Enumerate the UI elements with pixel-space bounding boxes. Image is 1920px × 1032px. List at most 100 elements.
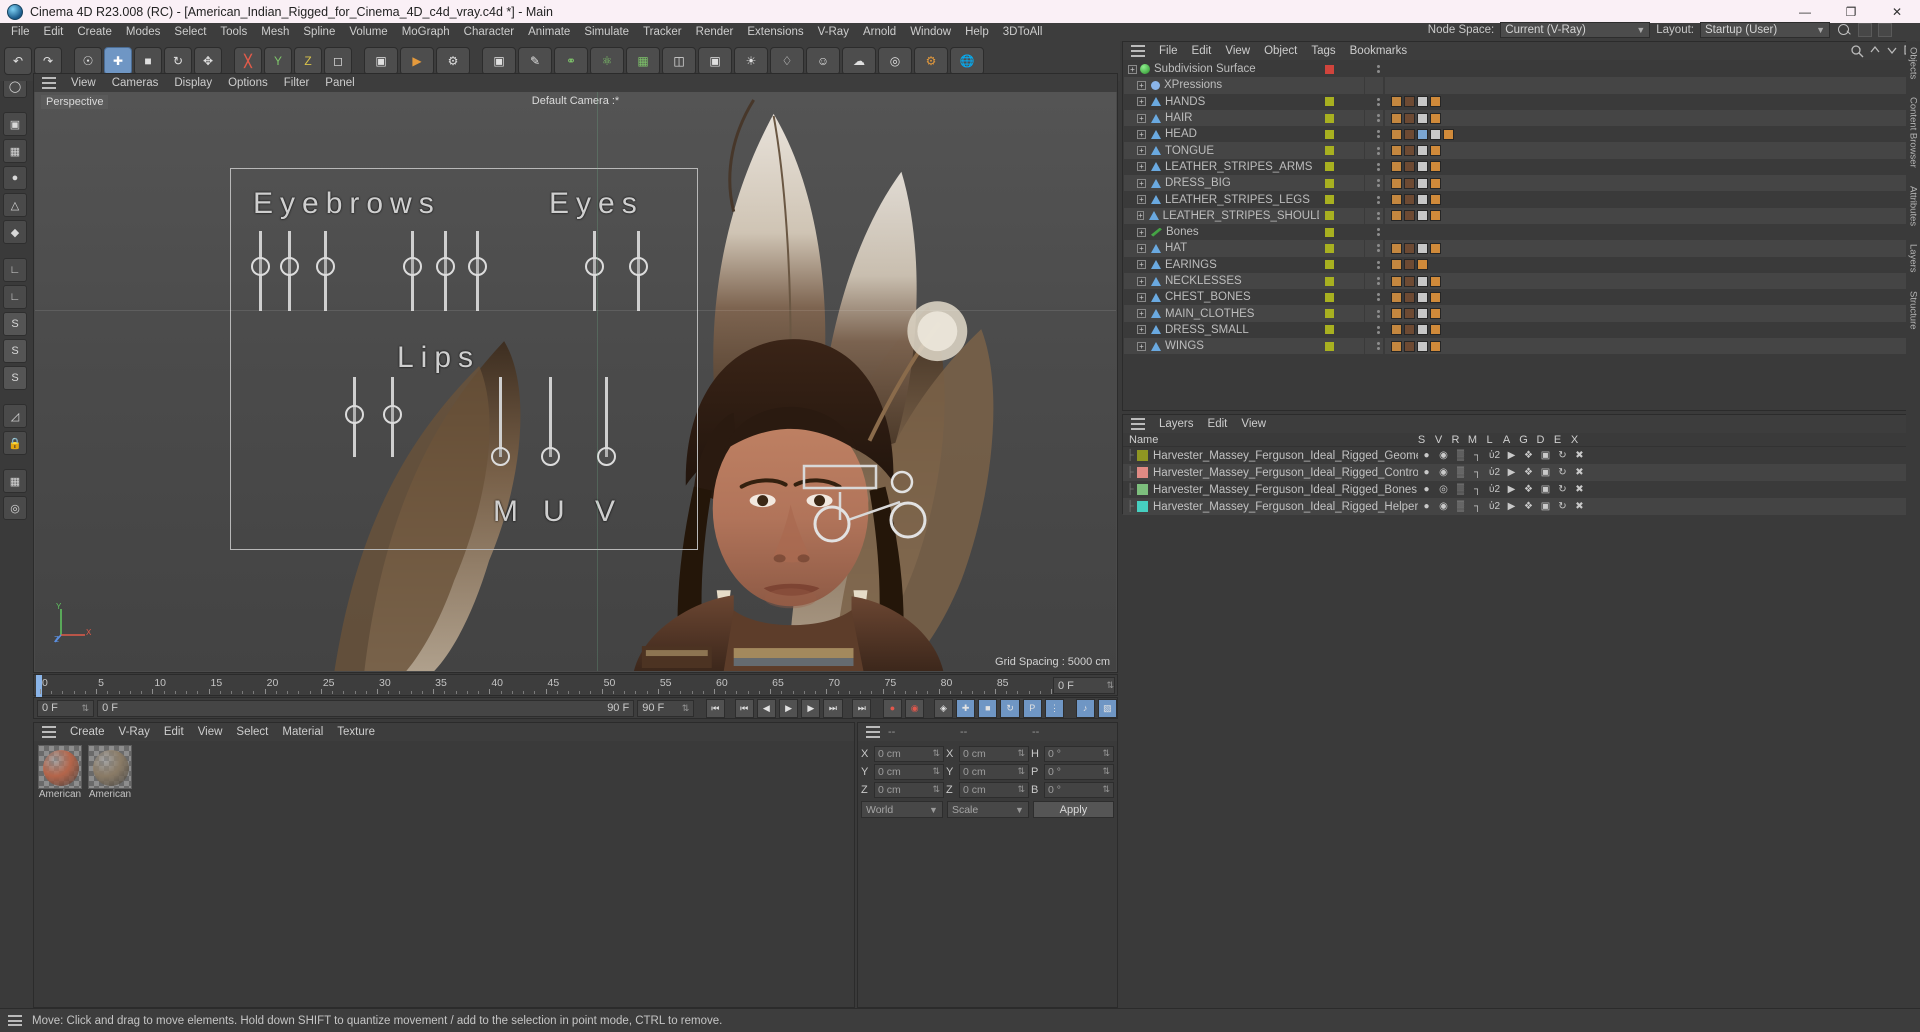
coord-input-rotation-p[interactable]: 0 ° ⇅ bbox=[1044, 763, 1114, 780]
object-tag-row[interactable] bbox=[1385, 224, 1918, 240]
object-tag-icon[interactable] bbox=[1404, 161, 1415, 173]
axis-x-button[interactable]: ╳ bbox=[234, 47, 262, 75]
object-tag-icon[interactable] bbox=[1417, 324, 1428, 336]
position-key-button[interactable]: ✚ bbox=[956, 698, 976, 718]
coord-world-select[interactable]: World ▼ bbox=[861, 801, 943, 818]
object-visibility-dots[interactable] bbox=[1365, 224, 1383, 240]
material-menu-view[interactable]: View bbox=[191, 723, 230, 741]
visibility-dots-icon[interactable] bbox=[1377, 325, 1380, 334]
tool-measure-icon[interactable]: ∟ bbox=[3, 285, 27, 309]
spinner-icon[interactable]: ⇅ bbox=[932, 784, 940, 795]
dock-tab-layers[interactable]: Layers bbox=[1908, 244, 1919, 273]
layout-panel-icon[interactable] bbox=[1878, 23, 1892, 37]
expand-toggle-icon[interactable]: + bbox=[1137, 195, 1146, 205]
expand-toggle-icon[interactable]: + bbox=[1137, 162, 1146, 172]
object-tag-icon[interactable] bbox=[1430, 340, 1441, 352]
search-icon[interactable] bbox=[1850, 44, 1864, 58]
material-menu-v-ray[interactable]: V-Ray bbox=[112, 723, 157, 741]
layer-color-chip[interactable] bbox=[1137, 467, 1148, 478]
layer-flag-x[interactable]: ✖ bbox=[1571, 450, 1588, 461]
vray-settings-button[interactable]: ⚙ bbox=[914, 47, 948, 75]
object-tag-icon[interactable] bbox=[1391, 96, 1402, 108]
enable-swatch-icon[interactable] bbox=[1325, 260, 1334, 270]
move-tool-button[interactable]: ✚ bbox=[104, 47, 132, 75]
menu-item-v-ray[interactable]: V-Ray bbox=[811, 23, 856, 41]
array-modeling-button[interactable]: ⚛ bbox=[590, 47, 624, 75]
object-menu-file[interactable]: File bbox=[1152, 42, 1185, 60]
object-menu-object[interactable]: Object bbox=[1257, 42, 1304, 60]
dock-tab-attributes[interactable]: Attributes bbox=[1908, 186, 1919, 226]
object-tag-icon[interactable] bbox=[1391, 128, 1402, 140]
coord-input-position-z[interactable]: 0 cm ⇅ bbox=[874, 781, 944, 798]
object-enable-swatch[interactable] bbox=[1319, 289, 1364, 305]
layer-table-body[interactable]: ├ Harvester_Massey_Ferguson_Ideal_Rigged_… bbox=[1123, 447, 1919, 515]
object-manager-hamburger-icon[interactable] bbox=[1131, 45, 1145, 57]
enable-swatch-icon[interactable] bbox=[1325, 309, 1334, 319]
object-tag-icon[interactable] bbox=[1391, 242, 1402, 254]
layer-flag-g[interactable]: ❖ bbox=[1520, 450, 1537, 461]
coord-apply-button[interactable]: Apply bbox=[1032, 801, 1114, 818]
material-item[interactable]: American bbox=[38, 745, 82, 800]
material-menu-edit[interactable]: Edit bbox=[157, 723, 191, 741]
sound-button[interactable]: ♪ bbox=[1075, 698, 1095, 718]
visibility-dots-icon[interactable] bbox=[1377, 195, 1380, 204]
rotation-key-button[interactable]: ↻ bbox=[1000, 698, 1020, 718]
layout-select[interactable]: Startup (User) ▼ bbox=[1700, 22, 1830, 38]
object-visibility-dots[interactable] bbox=[1365, 175, 1383, 192]
object-tag-icon[interactable] bbox=[1404, 145, 1415, 157]
expand-toggle-icon[interactable]: + bbox=[1137, 80, 1146, 90]
play-button[interactable]: ▶ bbox=[778, 698, 799, 718]
collapse-all-icon[interactable] bbox=[1886, 44, 1898, 56]
object-tags-column[interactable] bbox=[1385, 61, 1918, 409]
object-tag-icon[interactable] bbox=[1417, 308, 1428, 320]
viewport-panel[interactable]: ViewCamerasDisplayOptionsFilterPanel ✥ ⇵… bbox=[33, 73, 1118, 673]
timeline-view-button[interactable]: ▧ bbox=[1097, 698, 1117, 718]
enable-swatch-icon[interactable] bbox=[1325, 146, 1334, 156]
render-settings-button[interactable]: ⚙ bbox=[436, 47, 470, 75]
visibility-dots-icon[interactable] bbox=[1377, 211, 1380, 220]
material-preview-swatch[interactable] bbox=[38, 745, 82, 789]
object-row[interactable]: + TONGUE bbox=[1124, 142, 1319, 159]
object-tag-icon[interactable] bbox=[1391, 145, 1402, 157]
coord-input-size-y[interactable]: 0 cm ⇅ bbox=[959, 763, 1029, 780]
keyframe-selection-button[interactable]: ◈ bbox=[933, 698, 954, 718]
layer-manager-hamburger-icon[interactable] bbox=[1131, 418, 1145, 430]
object-tag-icon[interactable] bbox=[1404, 128, 1415, 140]
object-tag-icon[interactable] bbox=[1391, 340, 1402, 352]
object-tag-icon[interactable] bbox=[1391, 177, 1402, 189]
dock-tab-objects[interactable]: Objects bbox=[1908, 47, 1919, 79]
node-space-select[interactable]: Current (V-Ray) ▼ bbox=[1500, 22, 1651, 38]
enable-swatch-icon[interactable] bbox=[1325, 162, 1334, 172]
menu-item-simulate[interactable]: Simulate bbox=[577, 23, 636, 41]
layer-row[interactable]: ├ Harvester_Massey_Ferguson_Ideal_Rigged_… bbox=[1123, 481, 1919, 498]
object-tag-icon[interactable] bbox=[1430, 177, 1441, 189]
motion-tracker-button[interactable]: ◎ bbox=[878, 47, 912, 75]
redo-button[interactable]: ↷ bbox=[34, 47, 62, 75]
object-tag-icon[interactable] bbox=[1404, 324, 1415, 336]
visibility-dots-icon[interactable] bbox=[1377, 309, 1380, 318]
object-tag-icon[interactable] bbox=[1417, 210, 1428, 222]
layer-flag-d[interactable]: ▣ bbox=[1537, 484, 1554, 495]
object-manager-panel[interactable]: File Edit View Object Tags Bookmarks + Subdivi… bbox=[1122, 41, 1920, 411]
menu-item-help[interactable]: Help bbox=[958, 23, 996, 41]
visibility-dots-icon[interactable] bbox=[1377, 162, 1380, 171]
layer-flag-a[interactable]: ▶ bbox=[1503, 484, 1520, 495]
object-tag-row[interactable] bbox=[1385, 240, 1918, 257]
object-tag-icon[interactable] bbox=[1430, 275, 1441, 287]
render-to-picture-viewer-button[interactable]: ▶ bbox=[400, 47, 434, 75]
object-row[interactable]: + WINGS bbox=[1124, 338, 1319, 355]
object-enable-swatch[interactable] bbox=[1319, 191, 1364, 207]
object-tag-icon[interactable] bbox=[1417, 259, 1428, 271]
layer-flag-r[interactable]: ▒ bbox=[1452, 484, 1469, 495]
enable-swatch-icon[interactable] bbox=[1325, 211, 1334, 221]
object-menu-tags[interactable]: Tags bbox=[1304, 42, 1342, 60]
object-tag-row[interactable] bbox=[1385, 338, 1918, 355]
object-tag-row[interactable] bbox=[1385, 94, 1918, 110]
object-tag-icon[interactable] bbox=[1404, 210, 1415, 222]
tool-edge-icon[interactable]: △ bbox=[3, 193, 27, 217]
menu-item-mesh[interactable]: Mesh bbox=[254, 23, 296, 41]
visibility-dots-icon[interactable] bbox=[1377, 130, 1380, 139]
axis-z-button[interactable]: Z bbox=[294, 47, 322, 75]
tool-point-icon[interactable]: ● bbox=[3, 166, 27, 190]
expand-toggle-icon[interactable]: + bbox=[1137, 341, 1146, 351]
